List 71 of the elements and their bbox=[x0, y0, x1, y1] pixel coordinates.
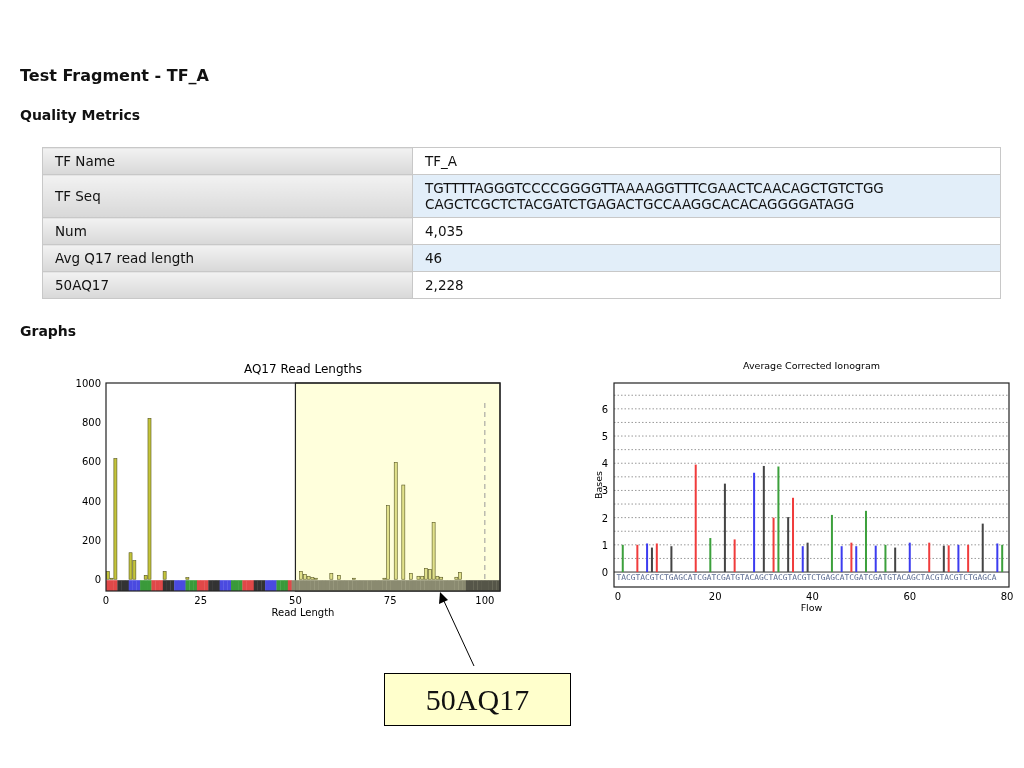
bar bbox=[840, 546, 843, 573]
bar bbox=[855, 546, 858, 573]
table-cell: TF_A bbox=[412, 147, 1001, 175]
axis-tick-label: 50 bbox=[289, 595, 302, 606]
section-heading: Graphs bbox=[20, 323, 78, 339]
axis-tick-label: 0 bbox=[102, 595, 110, 606]
table-cell: TF Name bbox=[42, 147, 413, 175]
bar bbox=[850, 542, 853, 573]
axis-tick-label: 0 bbox=[94, 574, 101, 586]
table-cell: 46 bbox=[412, 244, 1001, 272]
axis-tick-label: 20 bbox=[708, 591, 722, 602]
bar bbox=[621, 544, 624, 573]
bar bbox=[884, 544, 887, 573]
bar bbox=[162, 571, 167, 580]
axis-tick-label: 3 bbox=[601, 485, 608, 497]
bar bbox=[409, 573, 413, 580]
axis-label: Read Length bbox=[271, 607, 335, 618]
bar bbox=[996, 543, 999, 573]
axis-tick-label: 800 bbox=[81, 417, 101, 429]
axis-tick-label: 4 bbox=[601, 458, 608, 470]
bar bbox=[337, 575, 341, 580]
axis-tick-label: 25 bbox=[194, 595, 208, 606]
bar bbox=[801, 546, 804, 573]
axis-tick-label: 0 bbox=[614, 591, 622, 602]
axis-tick-label: 75 bbox=[383, 595, 397, 606]
axis-tick-label: 600 bbox=[81, 456, 101, 468]
callout-box: 50AQ17 bbox=[384, 673, 571, 726]
bar bbox=[772, 517, 775, 573]
axis-tick-label: 5 bbox=[601, 431, 608, 443]
axis-tick-label: 6 bbox=[601, 403, 608, 415]
axis-tick-label: 200 bbox=[81, 535, 101, 546]
table-cell: Num bbox=[42, 217, 413, 245]
bar bbox=[942, 545, 945, 573]
bar bbox=[806, 542, 809, 573]
axis-tick-label: 2 bbox=[601, 512, 608, 524]
bar bbox=[670, 546, 673, 573]
axis-tick-label: 0 bbox=[601, 567, 608, 579]
bar bbox=[908, 542, 911, 573]
bar bbox=[894, 547, 897, 573]
bar bbox=[636, 544, 639, 573]
axis-tick-label: 60 bbox=[903, 591, 917, 602]
axis-tick-label: 100 bbox=[475, 595, 495, 606]
bar bbox=[947, 545, 950, 573]
table-cell: Avg Q17 read length bbox=[42, 244, 413, 272]
bar bbox=[874, 545, 877, 573]
axis-tick-label: 400 bbox=[81, 495, 101, 507]
table-cell: 50AQ17 bbox=[42, 271, 413, 299]
bar bbox=[967, 544, 970, 573]
axis-tick-label: 1000 bbox=[75, 378, 101, 389]
axis-tick-label: 80 bbox=[1000, 591, 1014, 602]
bar bbox=[981, 523, 984, 573]
axis-tick-label: 40 bbox=[806, 591, 819, 602]
bar bbox=[957, 544, 960, 573]
section-heading: Quality Metrics bbox=[20, 107, 142, 123]
bar bbox=[1001, 544, 1004, 573]
bar bbox=[787, 517, 790, 573]
bar bbox=[928, 542, 931, 573]
page-title: Test Fragment - TF_A bbox=[20, 66, 210, 85]
table-cell: TF Seq bbox=[42, 174, 413, 218]
table-cell: 4,035 bbox=[412, 217, 1001, 245]
table-cell: TGTTTTAGGGTCCCCGGGGTTAAAAGGTTTCGAACTCAACAGCTGTCTGG CAGCTCGCTCTACGATCTGAGACTGCCAAGGCACACAGGGGATAGG bbox=[412, 174, 1001, 218]
bar bbox=[830, 514, 833, 573]
chart-title: Average Corrected Ionogram bbox=[742, 360, 881, 371]
axis-label: Flow bbox=[800, 602, 823, 613]
bar bbox=[733, 539, 736, 573]
bar bbox=[709, 538, 712, 573]
bar bbox=[329, 573, 334, 580]
chart-title: AQ17 Read Lengths bbox=[243, 362, 363, 376]
axis-tick-label: 1 bbox=[601, 539, 608, 551]
bar bbox=[655, 543, 658, 573]
table-cell: 2,228 bbox=[412, 271, 1001, 299]
